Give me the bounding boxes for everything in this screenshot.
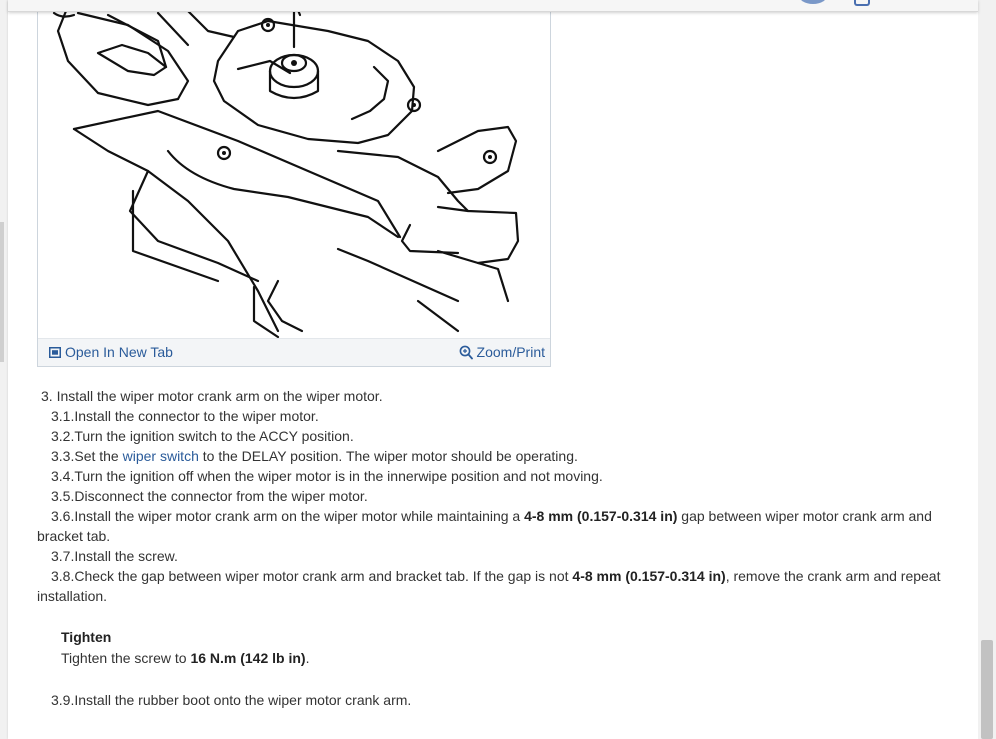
step-3-3: 3.3.Set the wiper switch to the DELAY po… [37, 446, 957, 466]
torque-spec: 16 N.m (142 lb in) [190, 650, 306, 666]
zoom-print-label: Zoom/Print [476, 344, 545, 360]
toolbar-icon[interactable] [854, 0, 870, 6]
step-3-5: 3.5.Disconnect the connector from the wi… [51, 488, 368, 504]
step-3-8-text-a: 3.8.Check the gap between wiper motor cr… [51, 568, 573, 584]
step-3-3-text-a: 3.3.Set the [51, 448, 123, 464]
step-3-7: 3.7.Install the screw. [51, 548, 178, 564]
step-3-6-text-a: 3.6.Install the wiper motor crank arm on… [51, 508, 525, 524]
top-toolbar [8, 0, 978, 12]
open-new-tab-label: Open In New Tab [65, 344, 173, 360]
tighten-text-b: . [305, 650, 310, 666]
step-3-6: 3.6.Install the wiper motor crank arm on… [37, 506, 957, 546]
step-3-1: 3.1.Install the connector to the wiper m… [51, 408, 319, 424]
figure-toolbar: Open In New Tab Zoom/Print [38, 338, 550, 366]
step-3: 3. Install the wiper motor crank arm on … [41, 388, 383, 404]
step-3-4: 3.4.Turn the ignition off when the wiper… [51, 468, 603, 484]
step-3-3-text-b: to the DELAY position. The wiper motor s… [198, 448, 578, 464]
new-tab-icon [49, 346, 61, 358]
left-edge-marker [0, 222, 4, 362]
scrollbar-thumb[interactable] [981, 640, 993, 739]
step-3-2: 3.2.Turn the ignition switch to the ACCY… [51, 428, 354, 444]
step-3-9: 3.9.Install the rubber boot onto the wip… [51, 692, 412, 708]
procedure-text: 3. Install the wiper motor crank arm on … [37, 386, 957, 710]
step-3-8: 3.8.Check the gap between wiper motor cr… [37, 566, 957, 606]
gap-spec-check: 4-8 mm (0.157-0.314 in) [572, 568, 726, 584]
illustration-figure: Open In New Tab Zoom/Print [37, 0, 551, 367]
zoom-print-link[interactable]: Zoom/Print [459, 344, 545, 360]
tighten-heading: Tighten [61, 629, 112, 645]
tighten-text: Tighten the screw to 16 N.m (142 lb in). [61, 648, 957, 669]
open-new-tab-link[interactable]: Open In New Tab [49, 344, 173, 360]
tighten-text-a: Tighten the screw to [61, 650, 191, 666]
wiper-switch-link[interactable]: wiper switch [123, 448, 199, 464]
user-avatar[interactable] [798, 0, 828, 4]
gap-spec: 4-8 mm (0.157-0.314 in) [524, 508, 678, 524]
vertical-scrollbar[interactable] [978, 0, 996, 739]
tighten-note: Tighten Tighten the screw to 16 N.m (142… [37, 627, 957, 669]
wiper-motor-illustration [52, 3, 520, 339]
zoom-icon [459, 345, 473, 359]
